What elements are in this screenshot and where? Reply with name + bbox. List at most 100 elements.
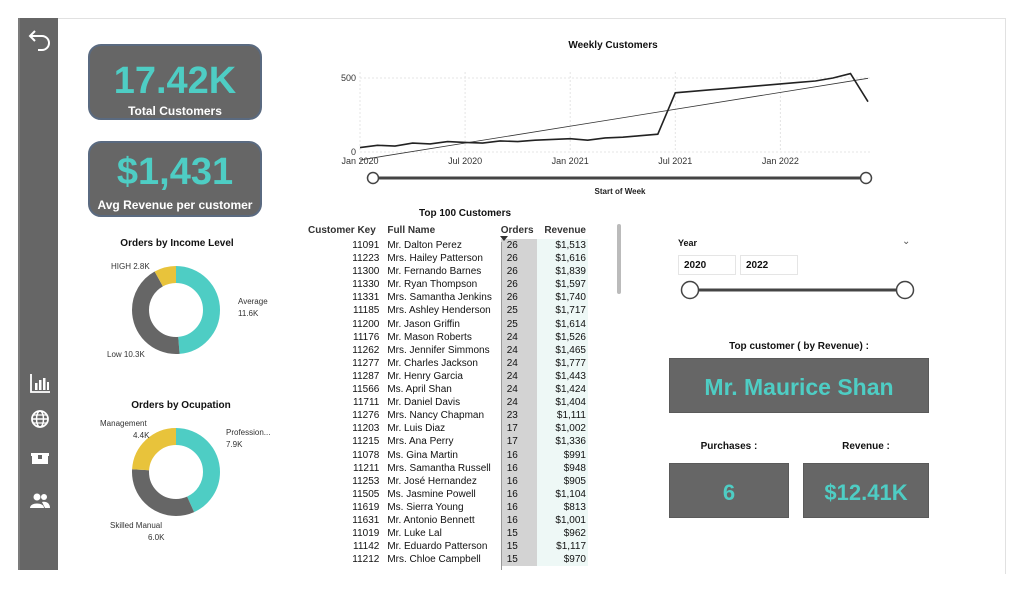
cell-customer-key: 11185	[353, 305, 380, 317]
table-row[interactable]: 11200 Mr. Jason Griffin 25 $1,614	[308, 317, 588, 331]
table-row[interactable]: 11505 Ms. Jasmine Powell 16 $1,104	[308, 487, 588, 501]
table-row[interactable]: 11142 Mr. Eduardo Patterson 15 $1,117	[308, 540, 588, 554]
cell-customer-key: 11223	[352, 253, 380, 265]
cell-customer-key: 11287	[352, 370, 380, 382]
total-customers-value: 17.42K	[113, 60, 237, 102]
income-low-label: Low 10.3K	[107, 350, 145, 359]
table-row[interactable]: 11330 Mr. Ryan Thompson 26 $1,597	[308, 278, 588, 292]
x-tick-label: Jul 2021	[658, 156, 692, 166]
cell-full-name: Mr. Ryan Thompson	[387, 279, 478, 291]
year-to-input[interactable]: 2022	[740, 255, 798, 275]
table-row[interactable]: 11631 Mr. Antonio Bennett 16 $1,001	[308, 513, 588, 528]
avg-revenue-card: $1,431 Avg Revenue per customer	[88, 141, 262, 217]
table-row[interactable]: 11253 Mr. José Hernandez 16 $905	[308, 474, 588, 488]
date-range-slider-start-handle[interactable]	[366, 171, 380, 185]
cell-customer-key: 11300	[352, 266, 380, 278]
date-range-slider-end-handle[interactable]	[859, 171, 873, 185]
income-high-label: HIGH 2.8K	[111, 262, 150, 271]
table-row[interactable]: 11091 Mr. Dalton Perez 26 $1,513	[308, 239, 588, 253]
globe-icon[interactable]	[27, 406, 53, 432]
table-row[interactable]: 11300 Mr. Fernando Barnes 26 $1,839	[308, 265, 588, 279]
table-scrollbar[interactable]	[617, 224, 621, 294]
header-customer-key[interactable]: Customer Key	[308, 222, 385, 239]
sort-descending-icon[interactable]	[500, 236, 508, 241]
cell-orders: 15	[500, 527, 537, 541]
table-row[interactable]: 11331 Mrs. Samantha Jenkins 26 $1,740	[308, 291, 588, 305]
cell-full-name: Mr. Luis Diaz	[387, 423, 446, 435]
year-slicer-label: Year	[678, 238, 698, 248]
table-row[interactable]: 11277 Mr. Charles Jackson 24 $1,777	[308, 356, 588, 370]
table-row[interactable]: 11711 Mr. Daniel Davis 24 $1,404	[308, 396, 588, 410]
header-revenue[interactable]: Revenue	[537, 222, 588, 239]
back-arrow-icon[interactable]	[27, 26, 53, 52]
cell-orders: 26	[500, 265, 537, 279]
year-range-slider[interactable]	[676, 278, 920, 302]
cell-customer-key: 11203	[352, 423, 380, 435]
cell-full-name: Mrs. Jennifer Simmons	[387, 344, 490, 356]
chevron-down-icon[interactable]: ⌄	[902, 236, 910, 247]
table-row[interactable]: 11211 Mrs. Samantha Russell 16 $948	[308, 461, 588, 475]
cell-revenue: $1,001	[536, 513, 588, 528]
x-tick-label: Jan 2022	[762, 156, 799, 166]
table-row[interactable]: 11185 Mrs. Ashley Henderson 25 $1,717	[308, 304, 588, 318]
avg-revenue-label: Avg Revenue per customer	[97, 198, 253, 212]
year-slider-end-handle[interactable]	[895, 280, 915, 300]
cell-revenue: $1,777	[536, 356, 588, 370]
table-row[interactable]: 11262 Mrs. Jennifer Simmons 24 $1,465	[308, 343, 588, 357]
header-full-name[interactable]: Full Name	[385, 222, 500, 239]
year-from-input[interactable]: 2020	[678, 255, 736, 275]
cell-customer-key: 11253	[352, 475, 380, 487]
income-average-value: 11.6K	[238, 309, 259, 318]
cell-revenue: $948	[536, 461, 588, 475]
cell-revenue: $991	[536, 448, 588, 462]
cell-customer-key: 11619	[352, 501, 380, 513]
table-row[interactable]: 11078 Ms. Gina Martin 16 $991	[308, 448, 588, 462]
cell-revenue: $1,513	[536, 239, 588, 253]
top-customers-table[interactable]: Customer Key Full Name Orders Revenue 11…	[308, 222, 588, 570]
cell-orders: 26	[500, 291, 537, 305]
cell-revenue: $1,740	[536, 291, 588, 305]
cell-orders: 16	[500, 448, 537, 462]
revenue-label: Revenue :	[842, 441, 890, 452]
weekly-customers-chart: 500 0 Jan 2020 Jul 2020 Jan 2021 Jul 2021 Ja…	[341, 72, 873, 196]
table-row[interactable]: 11287 Mr. Henry Garcia 24 $1,443	[308, 369, 588, 384]
cell-customer-key: 11215	[352, 436, 380, 448]
chart-title: Weekly Customers	[568, 40, 658, 51]
cell-customer-key: 11330	[352, 279, 380, 291]
cell-full-name: Mr. Eduardo Patterson	[387, 541, 488, 553]
cell-revenue: $1,614	[536, 317, 588, 331]
cell-customer-key: 11277	[352, 357, 380, 369]
cell-revenue: $1,616	[536, 252, 588, 266]
purchases-value-card: 6	[669, 463, 789, 518]
table-row[interactable]: 11276 Mrs. Nancy Chapman 23 $1,111	[308, 409, 588, 423]
cell-orders: 24	[500, 396, 537, 410]
cell-revenue: $1,111	[536, 409, 588, 423]
table-row[interactable]: 11223 Mrs. Hailey Patterson 26 $1,616	[308, 252, 588, 266]
cell-revenue: $1,717	[536, 304, 588, 318]
x-tick-label: Jul 2020	[448, 156, 482, 166]
table-row[interactable]: 11176 Mr. Mason Roberts 24 $1,526	[308, 330, 588, 344]
cell-full-name: Mr. Fernando Barnes	[387, 266, 482, 278]
table-row[interactable]: 11619 Ms. Sierra Young 16 $813	[308, 500, 588, 514]
occupation-skilled-value: 6.0K	[148, 533, 165, 542]
cell-full-name: Mrs. Hailey Patterson	[387, 253, 483, 265]
users-icon[interactable]	[27, 488, 53, 514]
cell-revenue: $1,465	[536, 343, 588, 357]
table-row[interactable]: 11566 Ms. April Shan 24 $1,424	[308, 383, 588, 397]
top-customer-name-card: Mr. Maurice Shan	[669, 358, 929, 413]
table-row[interactable]: 11215 Mrs. Ana Perry 17 $1,336	[308, 435, 588, 449]
cell-revenue: $1,117	[536, 540, 588, 554]
table-row[interactable]: 11212 Mrs. Chloe Campbell 15 $970	[308, 553, 588, 567]
table-row[interactable]: 11019 Mr. Luke Lal 15 $962	[308, 527, 588, 541]
cell-revenue: $1,597	[536, 278, 588, 292]
year-slider-start-handle[interactable]	[680, 280, 700, 300]
top-customer-title: Top customer ( by Revenue) :	[729, 341, 869, 352]
income-chart-title: Orders by Income Level	[120, 238, 234, 249]
bar-chart-icon[interactable]	[27, 370, 53, 396]
table-row[interactable]: 11203 Mr. Luis Diaz 17 $1,002	[308, 422, 588, 436]
occupation-management-value: 4.4K	[133, 431, 150, 440]
table-body: 11091 Mr. Dalton Perez 26 $1,513 11223 Mrs. H…	[308, 239, 588, 567]
package-icon[interactable]	[27, 446, 53, 472]
cell-orders: 26	[500, 278, 537, 292]
cell-full-name: Mr. Dalton Perez	[387, 240, 462, 251]
